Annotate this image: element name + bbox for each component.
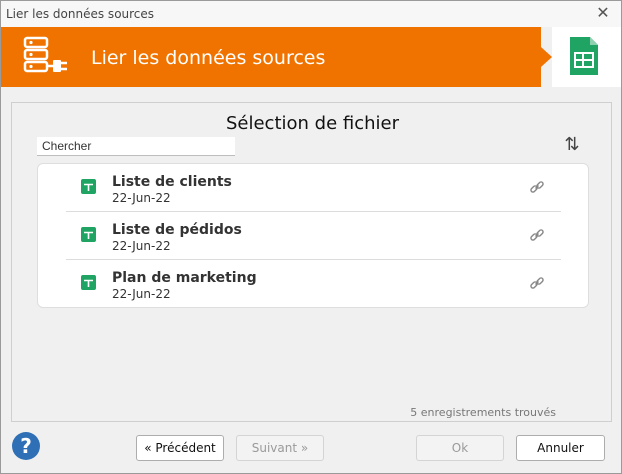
- header-banner: Lier les données sources: [1, 27, 541, 87]
- link-icon[interactable]: [529, 179, 545, 195]
- google-sheets-icon: [568, 35, 600, 82]
- banner-arrow: [541, 47, 552, 67]
- banner-title: Lier les données sources: [91, 47, 326, 69]
- next-button[interactable]: Suivant »: [236, 435, 324, 461]
- file-name: Liste de pédidos: [112, 222, 242, 238]
- panel-title: Sélection de fichier: [225, 113, 399, 134]
- file-name: Plan de marketing: [112, 270, 257, 286]
- list-item[interactable]: Liste de pédidos 22-Jun-22: [66, 212, 561, 260]
- banner-right-panel: [552, 27, 621, 87]
- file-selection-panel: Sélection de fichier ⇅ Liste de clients …: [11, 102, 612, 422]
- sort-arrows-icon[interactable]: ⇅: [561, 134, 583, 156]
- record-count: 5 enregistrements trouvés: [410, 406, 556, 419]
- close-icon[interactable]: ✕: [593, 4, 613, 24]
- window-title: Lier les données sources: [6, 7, 155, 21]
- help-icon[interactable]: ?: [12, 432, 40, 460]
- file-date: 22-Jun-22: [112, 287, 171, 301]
- google-sheets-icon: [81, 227, 96, 247]
- list-item[interactable]: Plan de marketing 22-Jun-22: [66, 260, 561, 308]
- link-icon[interactable]: [529, 227, 545, 243]
- cancel-button[interactable]: Annuler: [516, 435, 605, 461]
- google-sheets-icon: [81, 275, 96, 295]
- file-date: 22-Jun-22: [112, 191, 171, 205]
- file-date: 22-Jun-22: [112, 239, 171, 253]
- ok-button[interactable]: Ok: [416, 435, 504, 461]
- link-icon[interactable]: [529, 275, 545, 291]
- search-input[interactable]: [37, 137, 235, 156]
- title-bar: Lier les données sources ✕: [1, 1, 621, 27]
- list-item[interactable]: Liste de clients 22-Jun-22: [66, 164, 561, 212]
- dialog-window: Lier les données sources ✕ Lier les donn…: [0, 0, 622, 474]
- database-plug-icon: [23, 36, 71, 78]
- previous-button[interactable]: « Précédent: [136, 435, 224, 461]
- file-name: Liste de clients: [112, 174, 232, 190]
- file-list: Liste de clients 22-Jun-22 Liste de pédi…: [37, 163, 589, 308]
- google-sheets-icon: [81, 179, 96, 199]
